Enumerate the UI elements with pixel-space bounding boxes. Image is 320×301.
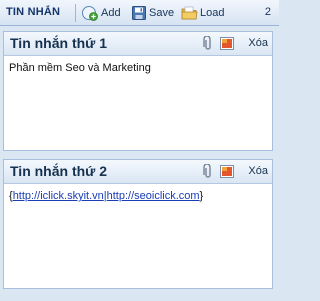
save-button[interactable]: Save [131, 3, 174, 23]
add-button[interactable]: Add [81, 3, 121, 23]
save-button-label: Save [149, 7, 175, 19]
delete-button-1[interactable]: Xóa [248, 37, 268, 49]
note-header-1: Tin nhắn thứ 1 Xóa [4, 32, 272, 56]
toolbar-separator [75, 4, 76, 22]
color-picker-icon[interactable] [220, 37, 234, 55]
app-title: TIN NHẮN [6, 6, 61, 18]
note-header-2: Tin nhắn thứ 2 Xóa [4, 160, 272, 184]
load-button-label: Load [200, 7, 225, 19]
load-button[interactable]: Load [181, 3, 224, 23]
link-seoiclick[interactable]: http://seoiclick.com [107, 190, 200, 202]
delete-button-2[interactable]: Xóa [248, 165, 268, 177]
note-title-1: Tin nhắn thứ 1 [10, 35, 107, 51]
note-panel-1: Tin nhắn thứ 1 Xóa Phần mềm Seo và Marke… [3, 31, 273, 151]
note-content-1[interactable]: Phần mềm Seo và Marketing [4, 56, 272, 80]
add-button-label: Add [101, 7, 121, 19]
toolbar: TIN NHẮN Add Save Load 2 [0, 0, 279, 26]
paperclip-icon[interactable] [203, 35, 213, 56]
brace-close: } [199, 190, 204, 202]
save-icon [131, 5, 147, 21]
paperclip-icon[interactable] [203, 163, 213, 184]
note-panel-2: Tin nhắn thứ 2 Xóa {http://iclick.skyit.… [3, 159, 273, 289]
note-title-2: Tin nhắn thứ 2 [10, 163, 107, 179]
note-content-2[interactable]: {http://iclick.skyit.vn|http://seoiclick… [4, 184, 272, 208]
add-icon [81, 5, 99, 21]
folder-icon [181, 5, 198, 21]
note-count: 2 [264, 6, 271, 18]
color-picker-icon[interactable] [220, 165, 234, 183]
link-iclick[interactable]: http://iclick.skyit.vn [13, 190, 104, 202]
